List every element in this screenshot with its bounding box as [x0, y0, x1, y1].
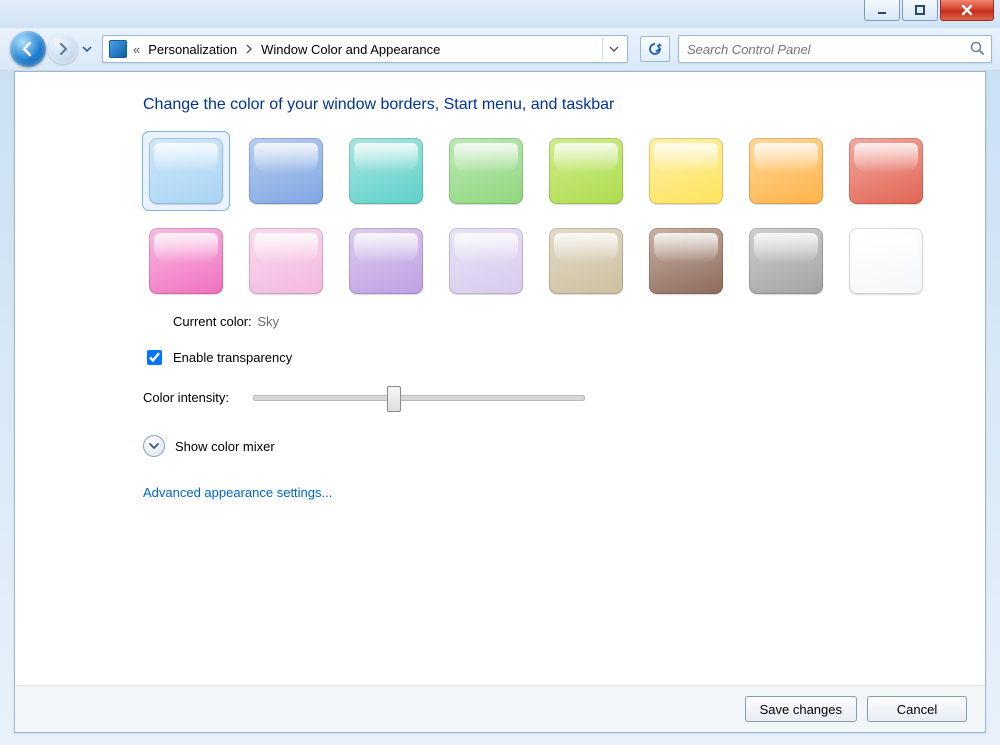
- color-swatch[interactable]: [543, 222, 629, 300]
- cancel-button[interactable]: Cancel: [867, 696, 967, 722]
- color-swatch[interactable]: [443, 222, 529, 300]
- color-swatch[interactable]: [243, 222, 329, 300]
- color-swatch[interactable]: [543, 132, 629, 210]
- control-panel-icon: [109, 40, 127, 58]
- color-swatch[interactable]: [343, 132, 429, 210]
- color-mixer-label: Show color mixer: [175, 439, 275, 454]
- chevron-down-icon[interactable]: [143, 435, 165, 457]
- color-swatch-twilight[interactable]: [249, 138, 323, 204]
- color-swatch[interactable]: [843, 222, 929, 300]
- transparency-checkbox[interactable]: [147, 350, 162, 365]
- color-swatch[interactable]: [143, 132, 229, 210]
- color-mixer-row[interactable]: Show color mixer: [143, 435, 957, 457]
- transparency-label[interactable]: Enable transparency: [173, 350, 292, 365]
- color-swatch[interactable]: [243, 132, 329, 210]
- intensity-label: Color intensity:: [143, 390, 229, 405]
- current-color-label: Current color:: [173, 314, 252, 329]
- back-button[interactable]: [10, 31, 46, 67]
- color-swatch[interactable]: [743, 132, 829, 210]
- breadcrumb-prefix: «: [133, 42, 140, 57]
- color-swatch-chocolate[interactable]: [649, 228, 723, 294]
- color-swatch-lavender[interactable]: [449, 228, 523, 294]
- minimize-button[interactable]: [864, 0, 900, 21]
- current-color-row: Current color: Sky: [173, 314, 957, 329]
- content-panel: Change the color of your window borders,…: [14, 71, 986, 733]
- color-swatch-violet[interactable]: [349, 228, 423, 294]
- content-body: Change the color of your window borders,…: [15, 72, 985, 685]
- maximize-button[interactable]: [902, 0, 938, 21]
- window-buttons: [862, 0, 994, 21]
- color-swatch-leaf[interactable]: [449, 138, 523, 204]
- titlebar: [0, 0, 1000, 28]
- color-swatch[interactable]: [143, 222, 229, 300]
- color-swatch-blush[interactable]: [249, 228, 323, 294]
- nav-buttons: [10, 31, 94, 67]
- chevron-right-icon: [245, 42, 253, 57]
- current-color-value: Sky: [257, 314, 279, 329]
- search-box[interactable]: [678, 35, 992, 63]
- address-dropdown[interactable]: [602, 38, 625, 60]
- color-swatch-ruby[interactable]: [849, 138, 923, 204]
- close-button[interactable]: [940, 0, 994, 21]
- forward-button[interactable]: [48, 34, 78, 64]
- color-swatch-lime[interactable]: [549, 138, 623, 204]
- color-swatch[interactable]: [843, 132, 929, 210]
- color-swatch[interactable]: [443, 132, 529, 210]
- intensity-row: Color intensity:: [143, 390, 957, 405]
- color-swatch[interactable]: [343, 222, 429, 300]
- intensity-slider-thumb[interactable]: [387, 386, 401, 412]
- save-button[interactable]: Save changes: [745, 696, 857, 722]
- color-swatch-slate[interactable]: [749, 228, 823, 294]
- advanced-appearance-link[interactable]: Advanced appearance settings...: [143, 485, 957, 500]
- footer: Save changes Cancel: [15, 685, 985, 732]
- color-swatch-grid: [143, 132, 957, 300]
- color-swatch-pumpkin[interactable]: [749, 138, 823, 204]
- nav-history-dropdown[interactable]: [80, 44, 94, 54]
- toolbar: « Personalization Window Color and Appea…: [0, 28, 1000, 71]
- color-swatch-taupe[interactable]: [549, 228, 623, 294]
- breadcrumb-window-color[interactable]: Window Color and Appearance: [259, 42, 442, 57]
- color-swatch[interactable]: [643, 222, 729, 300]
- address-bar[interactable]: « Personalization Window Color and Appea…: [102, 35, 628, 63]
- search-icon: [969, 40, 985, 59]
- transparency-row: Enable transparency: [143, 347, 957, 368]
- color-swatch-frost[interactable]: [849, 228, 923, 294]
- intensity-slider[interactable]: [253, 395, 585, 401]
- page-heading: Change the color of your window borders,…: [143, 96, 957, 114]
- color-swatch-sea[interactable]: [349, 138, 423, 204]
- color-swatch[interactable]: [643, 132, 729, 210]
- color-swatch-sky[interactable]: [149, 138, 223, 204]
- breadcrumb-personalization[interactable]: Personalization: [146, 42, 239, 57]
- color-swatch[interactable]: [743, 222, 829, 300]
- color-swatch-fuchsia[interactable]: [149, 228, 223, 294]
- color-swatch-sun[interactable]: [649, 138, 723, 204]
- search-input[interactable]: [685, 41, 969, 58]
- refresh-button[interactable]: [640, 36, 670, 62]
